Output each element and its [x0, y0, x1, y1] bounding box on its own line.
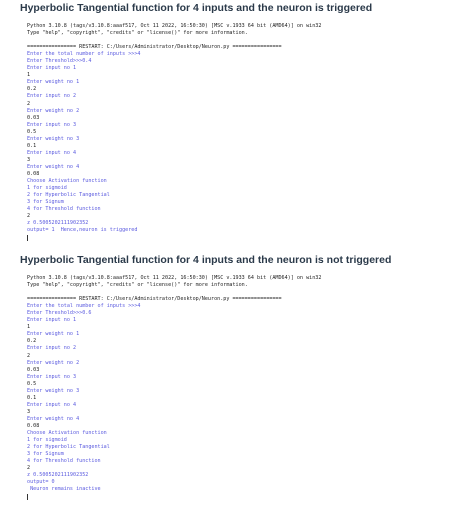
shell-line: Enter input no 3	[27, 373, 77, 380]
shell-line: Enter weight no 2	[27, 107, 80, 114]
shell-line: 3	[27, 408, 31, 415]
shell-line: 2 for Hyperbolic Tangential	[27, 192, 110, 199]
shell-line: 0.03	[27, 366, 40, 373]
shell-line: 2	[27, 465, 31, 472]
shell-section-not-triggered: Hyperbolic Tangential function for 4 inp…	[0, 254, 474, 501]
shell-line: 0.08	[27, 170, 40, 177]
shell-line: Enter input no 1	[27, 317, 77, 324]
shell-line: Enter input no 4	[27, 149, 77, 156]
shell-line: 4 for Threshold function	[27, 458, 101, 465]
text-cursor	[27, 235, 28, 242]
python-shell-output[interactable]: Python 3.10.8 (tags/v3.10.8:aaaf517, Oct…	[27, 275, 467, 501]
shell-line: ================ RESTART: C:/Users/Admin…	[27, 44, 282, 51]
shell-line: 0.1	[27, 394, 37, 401]
shell-line: 0.5	[27, 380, 37, 387]
shell-line: 1 for sigmoid	[27, 185, 67, 192]
shell-line: 3	[27, 156, 31, 163]
shell-line: Type "help", "copyright", "credits" or "…	[27, 30, 248, 37]
python-shell-output[interactable]: Python 3.10.8 (tags/v3.10.8:aaaf517, Oct…	[27, 23, 467, 242]
shell-line: Enter input no 2	[27, 345, 77, 352]
shell-line: Choose Activation function	[27, 430, 107, 437]
shell-line: Python 3.10.8 (tags/v3.10.8:aaaf517, Oct…	[27, 23, 322, 29]
shell-line: Enter weight no 3	[27, 135, 80, 142]
shell-line: 0.08	[27, 422, 40, 429]
shell-line: Enter weight no 4	[27, 163, 80, 170]
shell-line: 1	[27, 72, 31, 79]
shell-line: z 0.5005202111902352	[27, 472, 89, 479]
shell-line: Enter weight no 1	[27, 79, 80, 86]
shell-line: 1 for sigmoid	[27, 437, 67, 444]
shell-line: Enter Threshold>>>0.6	[27, 310, 92, 317]
shell-line: 0.1	[27, 142, 37, 149]
shell-line: Enter weight no 2	[27, 359, 80, 366]
shell-line: 0.2	[27, 338, 37, 345]
shell-line: 2	[27, 100, 31, 107]
shell-line: 0.5	[27, 128, 37, 135]
shell-line: Enter input no 4	[27, 401, 77, 408]
shell-line: 2	[27, 213, 31, 220]
shell-line: Enter weight no 1	[27, 331, 80, 338]
shell-line: Enter input no 3	[27, 121, 77, 128]
shell-line: 2	[27, 352, 31, 359]
shell-line: output= 1 Hence,neuron is triggered	[27, 227, 138, 234]
shell-line: 0.2	[27, 86, 37, 93]
shell-line: Enter weight no 4	[27, 415, 80, 422]
section-title: Hyperbolic Tangential function for 4 inp…	[20, 2, 373, 14]
shell-line: Enter Threshold>>>0.4	[27, 58, 92, 65]
shell-section-triggered: Hyperbolic Tangential function for 4 inp…	[0, 2, 474, 242]
shell-line: Enter the total number of inputs >>>4	[27, 303, 141, 310]
shell-line: ================ RESTART: C:/Users/Admin…	[27, 296, 282, 303]
shell-line: Type "help", "copyright", "credits" or "…	[27, 282, 248, 289]
shell-line: 3 for Signum	[27, 199, 64, 206]
text-cursor	[27, 494, 28, 501]
shell-line: Enter the total number of inputs >>>4	[27, 51, 141, 58]
shell-line: 1	[27, 324, 31, 331]
shell-line: output= 0	[27, 479, 55, 486]
shell-line: Enter input no 2	[27, 93, 77, 100]
shell-line: Enter input no 1	[27, 65, 77, 72]
shell-line: 3 for Signum	[27, 451, 64, 458]
shell-line: 2 for Hyperbolic Tangential	[27, 444, 110, 451]
shell-line: 4 for Threshold function	[27, 206, 101, 213]
shell-line: Python 3.10.8 (tags/v3.10.8:aaaf517, Oct…	[27, 275, 322, 281]
shell-line: z 0.5005202111902352	[27, 220, 89, 227]
shell-line: Choose Activation function	[27, 178, 107, 185]
shell-line: Neuron remains inactive	[27, 486, 101, 493]
section-title: Hyperbolic Tangential function for 4 inp…	[20, 254, 392, 266]
shell-line: Enter weight no 3	[27, 387, 80, 394]
shell-line: 0.03	[27, 114, 40, 121]
